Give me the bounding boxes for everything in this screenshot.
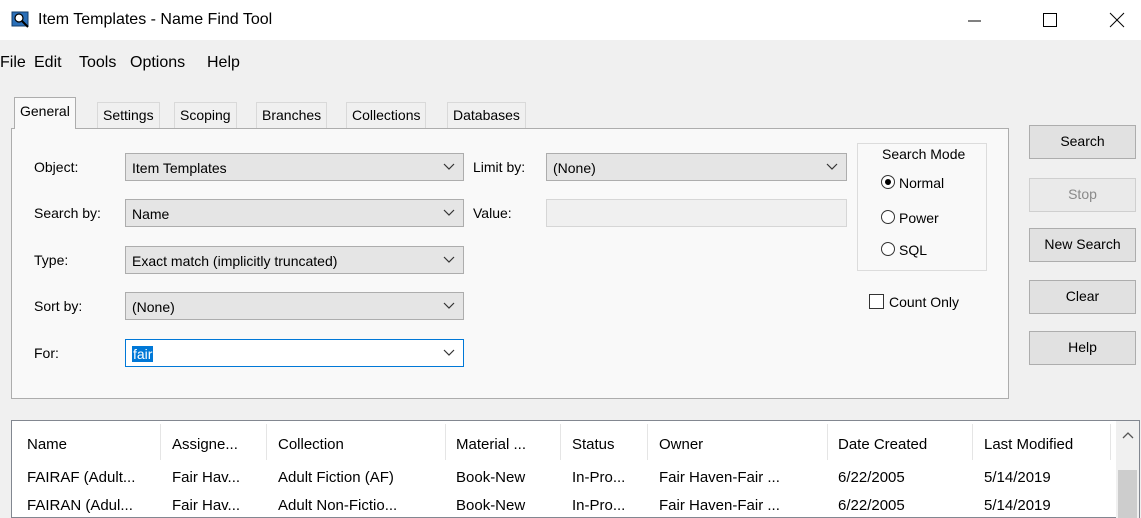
column-divider[interactable] — [560, 424, 561, 460]
app-icon — [11, 10, 31, 30]
tab-collections[interactable]: Collections — [346, 102, 427, 128]
cell-last-modified[interactable]: 5/14/2019 — [984, 469, 1051, 486]
minimize-button[interactable] — [950, 0, 998, 40]
object-label: Object: — [34, 159, 79, 175]
column-header-owner[interactable]: Owner — [659, 436, 703, 453]
chevron-up-icon — [1122, 432, 1133, 439]
scroll-thumb[interactable] — [1118, 470, 1137, 518]
normal-radio[interactable] — [881, 175, 895, 189]
chevron-down-icon — [826, 163, 838, 170]
column-header-date-created[interactable]: Date Created — [838, 436, 927, 453]
help-button[interactable]: Help — [1029, 331, 1136, 365]
column-divider[interactable] — [972, 424, 973, 460]
column-header-last-modified[interactable]: Last Modified — [984, 436, 1073, 453]
column-divider[interactable] — [160, 424, 161, 460]
column-divider[interactable] — [827, 424, 828, 460]
limit-by-select[interactable]: (None) — [546, 153, 847, 181]
cell-collection[interactable]: Adult Fiction (AF) — [278, 469, 394, 486]
column-header-material[interactable]: Material ... — [456, 436, 526, 453]
sort-by-value: (None) — [132, 299, 175, 315]
cell-owner[interactable]: Fair Haven-Fair ... — [659, 497, 780, 514]
search-by-select[interactable]: Name — [125, 199, 464, 227]
column-header-name[interactable]: Name — [27, 436, 67, 453]
tab-databases[interactable]: Databases — [447, 102, 526, 128]
close-icon — [1109, 12, 1125, 28]
cell-name[interactable]: FAIRAN (Adul... — [27, 497, 133, 514]
chevron-down-icon — [443, 256, 455, 263]
maximize-button[interactable] — [1026, 0, 1074, 40]
maximize-icon — [1043, 13, 1057, 27]
limit-by-label: Limit by: — [473, 159, 526, 175]
chevron-down-icon — [443, 349, 455, 356]
tab-settings[interactable]: Settings — [97, 102, 160, 128]
radio-selected-dot — [885, 179, 891, 185]
for-value: fair — [132, 346, 154, 362]
cell-owner[interactable]: Fair Haven-Fair ... — [659, 469, 780, 486]
menu-help[interactable]: Help — [207, 54, 240, 72]
new-search-button[interactable]: New Search — [1029, 228, 1136, 262]
sql-label: SQL — [899, 242, 928, 258]
cell-date-created[interactable]: 6/22/2005 — [838, 469, 905, 486]
column-header-collection[interactable]: Collection — [278, 436, 344, 453]
column-header-status[interactable]: Status — [572, 436, 615, 453]
search-by-label: Search by: — [34, 205, 101, 221]
cell-assignee[interactable]: Fair Hav... — [172, 497, 240, 514]
count-only-checkbox[interactable] — [869, 294, 884, 309]
normal-label: Normal — [899, 175, 945, 191]
type-value: Exact match (implicitly truncated) — [132, 253, 338, 269]
search-button[interactable]: Search — [1029, 125, 1136, 159]
chevron-down-icon — [443, 302, 455, 309]
sort-by-select[interactable]: (None) — [125, 292, 464, 320]
chevron-down-icon — [443, 209, 455, 216]
sql-radio[interactable] — [881, 242, 895, 256]
search-mode-title: Search Mode — [878, 146, 970, 162]
menu-options[interactable]: Options — [130, 54, 185, 72]
cell-material[interactable]: Book-New — [456, 497, 525, 514]
tab-scoping[interactable]: Scoping — [174, 102, 237, 128]
menu-edit[interactable]: Edit — [34, 54, 62, 72]
cell-material[interactable]: Book-New — [456, 469, 525, 486]
type-select[interactable]: Exact match (implicitly truncated) — [125, 246, 464, 274]
for-label: For: — [34, 345, 59, 361]
column-divider[interactable] — [1110, 424, 1111, 460]
column-divider[interactable] — [445, 424, 446, 460]
menu-file[interactable]: File — [0, 54, 26, 72]
value-label: Value: — [473, 205, 512, 221]
count-only-label: Count Only — [889, 294, 960, 310]
value-input[interactable] — [546, 199, 847, 227]
close-button[interactable] — [1093, 0, 1141, 40]
tab-general[interactable]: General — [14, 97, 76, 129]
power-radio[interactable] — [881, 210, 895, 224]
tab-branches[interactable]: Branches — [256, 102, 328, 128]
cell-status[interactable]: In-Pro... — [572, 497, 625, 514]
object-value: Item Templates — [132, 160, 227, 176]
column-divider[interactable] — [266, 424, 267, 460]
sort-by-label: Sort by: — [34, 298, 83, 314]
minimize-icon — [968, 20, 981, 22]
cell-status[interactable]: In-Pro... — [572, 469, 625, 486]
limit-by-value: (None) — [553, 160, 596, 176]
menu-tools[interactable]: Tools — [79, 54, 116, 72]
stop-button[interactable]: Stop — [1029, 178, 1136, 212]
chevron-down-icon — [443, 163, 455, 170]
window-title: Item Templates - Name Find Tool — [38, 11, 273, 28]
power-label: Power — [899, 210, 939, 226]
cell-collection[interactable]: Adult Non-Fictio... — [278, 497, 397, 514]
object-select[interactable]: Item Templates — [125, 153, 464, 181]
clear-button[interactable]: Clear — [1029, 280, 1136, 314]
column-header-assignee[interactable]: Assigne... — [172, 436, 238, 453]
for-combo[interactable]: fair — [125, 339, 464, 367]
cell-assignee[interactable]: Fair Hav... — [172, 469, 240, 486]
cell-last-modified[interactable]: 5/14/2019 — [984, 497, 1051, 514]
cell-name[interactable]: FAIRAF (Adult... — [27, 469, 135, 486]
scroll-up-button[interactable] — [1116, 430, 1139, 444]
cell-date-created[interactable]: 6/22/2005 — [838, 497, 905, 514]
column-divider[interactable] — [647, 424, 648, 460]
type-label: Type: — [34, 252, 69, 268]
search-by-value: Name — [132, 206, 170, 222]
